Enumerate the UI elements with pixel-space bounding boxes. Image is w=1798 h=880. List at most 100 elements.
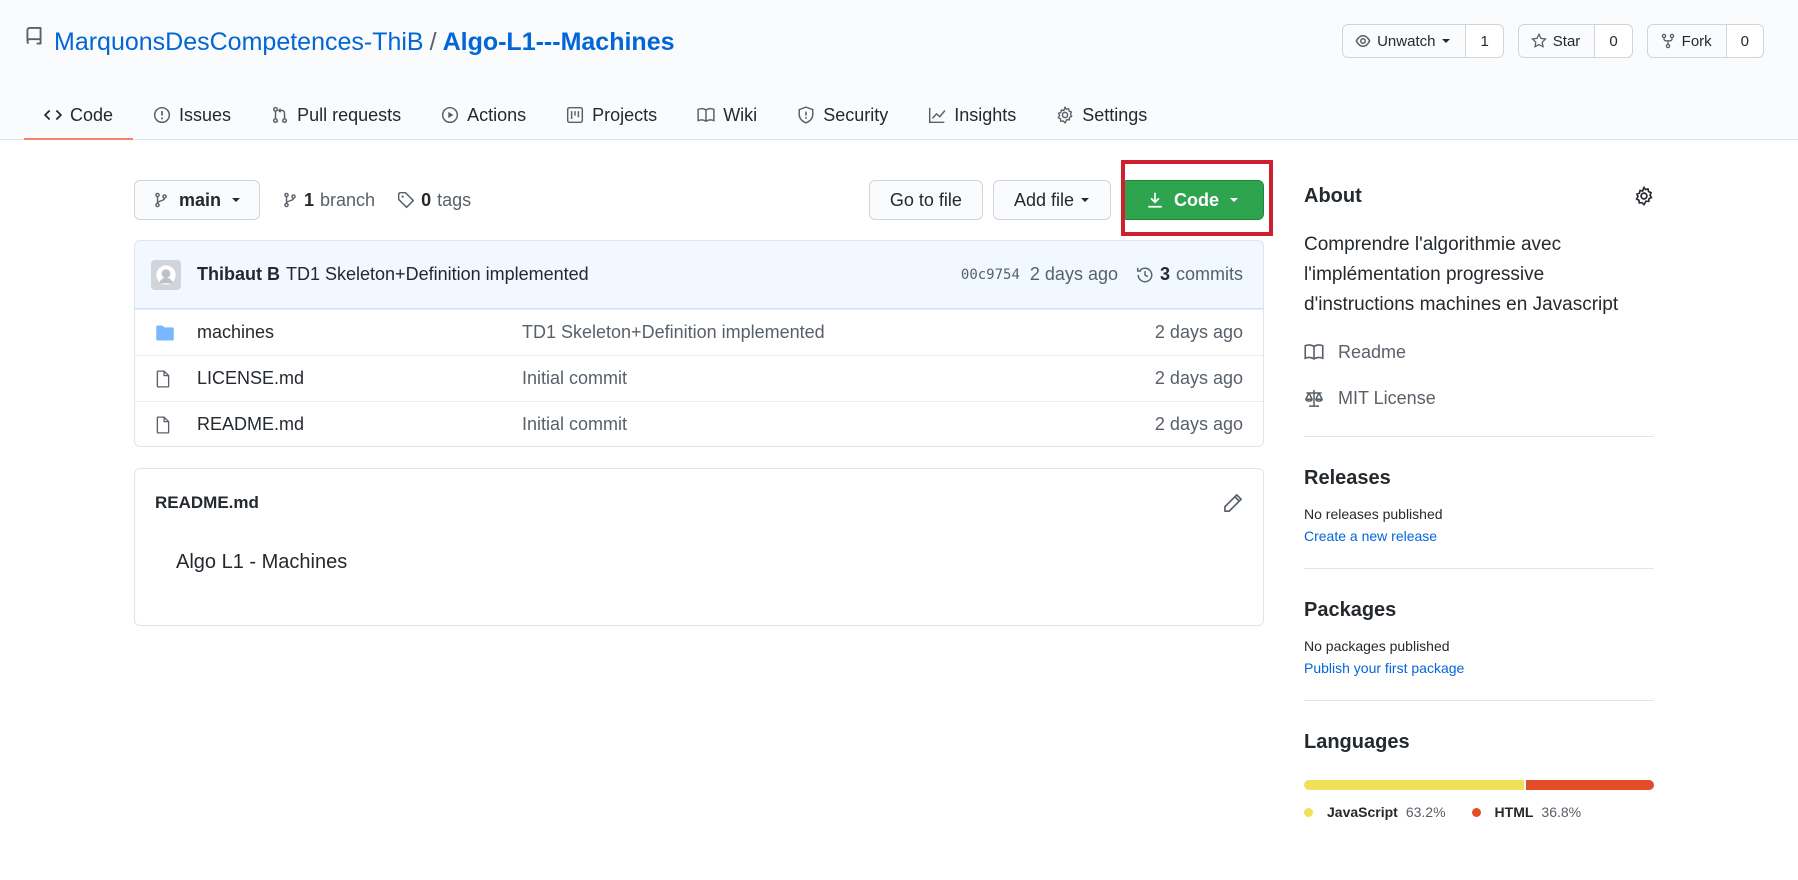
history-icon xyxy=(1136,267,1153,282)
code-icon xyxy=(44,109,62,121)
commit-meta: 00c9754 2 days ago 3 commits xyxy=(961,264,1243,285)
add-file-button[interactable]: Add file xyxy=(992,180,1111,220)
readme-title-link[interactable]: README.md xyxy=(155,493,259,513)
shield-icon xyxy=(798,106,814,124)
language-percent: 63.2% xyxy=(1405,804,1446,820)
file-commit-message-link[interactable]: Initial commit xyxy=(522,368,1155,389)
tab-insights[interactable]: Insights xyxy=(908,92,1036,140)
about-title: About xyxy=(1304,184,1362,207)
pencil-icon[interactable] xyxy=(1223,493,1243,513)
language-bar-segment xyxy=(1304,780,1524,790)
branch-select-button[interactable]: main xyxy=(134,180,261,220)
packages-section: Packages No packages published Publish y… xyxy=(1304,569,1654,676)
tab-pull-requests[interactable]: Pull requests xyxy=(251,92,421,140)
language-name: HTML xyxy=(1494,804,1534,820)
fork-label: Fork xyxy=(1681,32,1712,50)
table-row: machines TD1 Skeleton+Definition impleme… xyxy=(135,309,1263,355)
branch-icon xyxy=(284,192,296,208)
repo-name-link[interactable]: Algo-L1---Machines xyxy=(443,28,675,57)
readme-link[interactable]: Readme xyxy=(1304,338,1654,366)
file-icon xyxy=(155,415,177,434)
readme-content: Algo L1 - Machines xyxy=(176,551,348,573)
repo-separator: / xyxy=(429,27,437,56)
graph-icon xyxy=(929,107,946,124)
readme-link-label: Readme xyxy=(1338,341,1407,362)
tab-settings[interactable]: Settings xyxy=(1036,92,1167,140)
avatar[interactable] xyxy=(151,259,181,290)
file-actions: Go to file Add file Code xyxy=(868,180,1264,220)
branches-link[interactable]: 1 branch xyxy=(282,190,375,211)
tab-code[interactable]: Code xyxy=(24,92,134,140)
table-row: LICENSE.md Initial commit 2 days ago xyxy=(135,355,1263,401)
language-item-html[interactable]: HTML 36.8% xyxy=(1471,804,1582,820)
tab-label: Insights xyxy=(954,104,1017,125)
tab-label: Pull requests xyxy=(297,104,402,125)
file-age: 2 days ago xyxy=(1154,368,1243,388)
tab-issues[interactable]: Issues xyxy=(133,92,251,140)
readme-header: README.md xyxy=(135,469,1263,537)
file-commit-message-link[interactable]: TD1 Skeleton+Definition implemented xyxy=(522,322,1155,343)
packages-title[interactable]: Packages xyxy=(1304,599,1654,622)
star-icon xyxy=(1530,33,1547,48)
caret-down-icon xyxy=(232,198,241,202)
add-file-label: Add file xyxy=(1013,189,1074,210)
license-link[interactable]: MIT License xyxy=(1304,384,1654,412)
file-commit-message-link[interactable]: Initial commit xyxy=(522,414,1155,435)
project-icon xyxy=(567,106,584,124)
star-count[interactable]: 0 xyxy=(1595,25,1632,57)
branch-word: branch xyxy=(320,189,376,210)
publish-package-link[interactable]: Publish your first package xyxy=(1304,660,1654,676)
file-name-link[interactable]: README.md xyxy=(197,414,522,435)
github-octocat-icon xyxy=(156,264,176,285)
tab-label: Actions xyxy=(467,104,527,125)
repo-owner-link[interactable]: MarquonsDesCompetences-ThiB xyxy=(54,28,424,57)
tag-count: 0 xyxy=(421,189,432,210)
caret-down-icon xyxy=(1081,198,1089,202)
language-percent: 36.8% xyxy=(1541,804,1582,820)
unwatch-button[interactable]: Unwatch xyxy=(1343,25,1467,57)
fork-button[interactable]: Fork xyxy=(1648,25,1727,57)
file-icon xyxy=(155,369,177,388)
fork-count[interactable]: 0 xyxy=(1726,25,1763,57)
create-release-link[interactable]: Create a new release xyxy=(1304,528,1654,544)
watch-button-group: Unwatch 1 xyxy=(1342,24,1504,58)
commit-message-link[interactable]: TD1 Skeleton+Definition implemented xyxy=(286,264,589,285)
no-packages-text: No packages published xyxy=(1304,638,1450,654)
latest-commit-bar: Thibaut B TD1 Skeleton+Definition implem… xyxy=(135,241,1263,309)
tab-wiki[interactable]: Wiki xyxy=(677,92,777,140)
pull-request-icon xyxy=(273,106,288,124)
tags-link[interactable]: 0 tags xyxy=(397,190,471,211)
file-name-link[interactable]: LICENSE.md xyxy=(197,368,522,389)
file-name-link[interactable]: machines xyxy=(197,322,522,343)
tab-label: Issues xyxy=(179,104,232,125)
download-icon xyxy=(1148,192,1162,208)
tab-label: Settings xyxy=(1082,104,1148,125)
tab-actions[interactable]: Actions xyxy=(421,92,546,140)
language-name: JavaScript xyxy=(1327,804,1398,820)
commit-sha-link[interactable]: 00c9754 xyxy=(961,267,1020,283)
gear-icon[interactable] xyxy=(1634,186,1654,206)
tab-projects[interactable]: Projects xyxy=(546,92,677,140)
tab-security[interactable]: Security xyxy=(777,92,908,140)
languages-title: Languages xyxy=(1304,731,1410,753)
code-download-button[interactable]: Code xyxy=(1121,180,1264,220)
fork-button-group: Fork 0 xyxy=(1646,24,1764,58)
tag-word: tags xyxy=(437,189,472,210)
language-item-javascript[interactable]: JavaScript 63.2% xyxy=(1304,804,1446,820)
tab-label: Projects xyxy=(592,104,658,125)
star-button[interactable]: Star xyxy=(1519,25,1596,57)
releases-title[interactable]: Releases xyxy=(1304,467,1654,490)
language-bar xyxy=(1304,780,1654,790)
license-link-label: MIT License xyxy=(1338,387,1436,408)
tab-label: Code xyxy=(70,104,114,125)
commit-author-link[interactable]: Thibaut B xyxy=(197,264,280,285)
go-to-file-button[interactable]: Go to file xyxy=(868,180,983,220)
watch-count[interactable]: 1 xyxy=(1466,25,1503,57)
code-button-label: Code xyxy=(1174,189,1219,210)
commits-history-link[interactable]: 3 commits xyxy=(1136,264,1243,285)
language-bar-segment xyxy=(1525,780,1654,790)
fork-icon xyxy=(1661,33,1674,49)
star-button-group: Star 0 xyxy=(1517,24,1633,58)
no-releases-text: No releases published xyxy=(1304,506,1443,522)
book-icon xyxy=(697,107,715,123)
